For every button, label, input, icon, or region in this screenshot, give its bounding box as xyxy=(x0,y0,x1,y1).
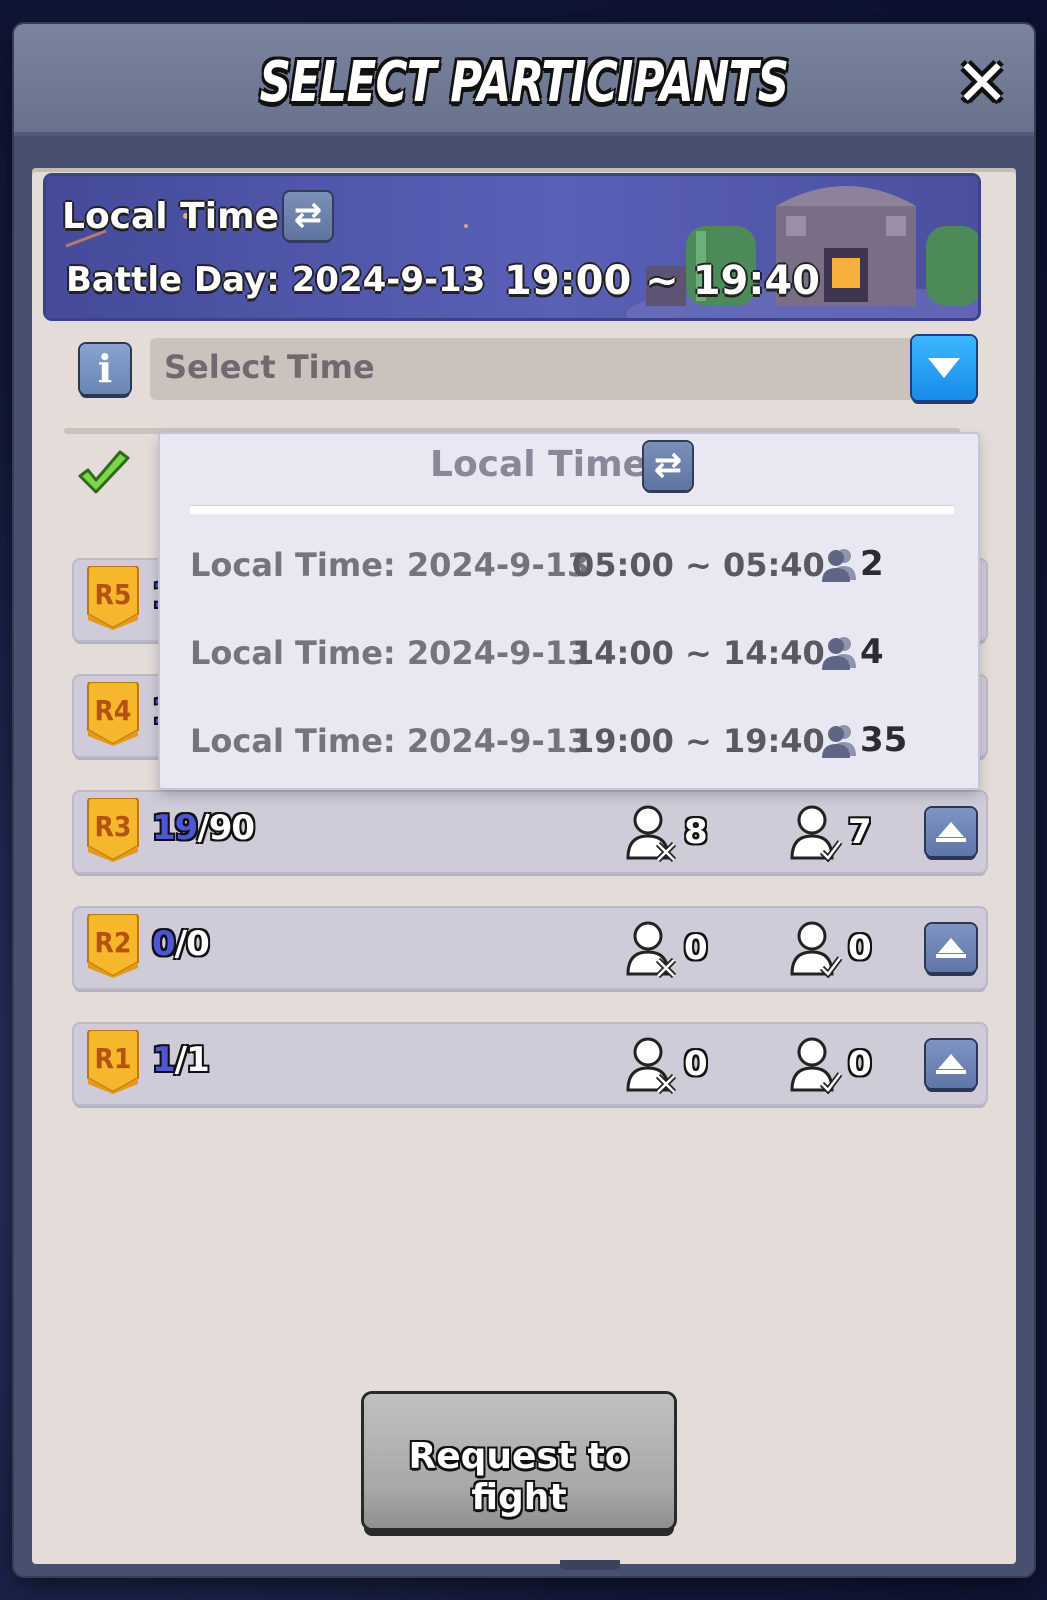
time-option[interactable]: Local Time: 2024-9-13 19:00 ~ 19:40 35 xyxy=(190,714,950,764)
member-joined-icon xyxy=(790,805,843,862)
chevron-down-icon[interactable] xyxy=(912,336,976,400)
popup-title: Local Time xyxy=(430,444,648,485)
time-option[interactable]: Local Time: 2024-9-13 14:00 ~ 14:40 4 xyxy=(190,626,950,676)
rank-count: 19/90 xyxy=(152,808,255,848)
option-time-range: 19:00 ~ 19:40 xyxy=(572,722,825,760)
info-icon[interactable]: i xyxy=(80,344,130,394)
rank-row-r3[interactable]: R3 19/90 8 7 xyxy=(74,792,986,872)
swap-icon[interactable]: ⇄ xyxy=(284,192,332,240)
member-absent-icon xyxy=(626,1037,677,1094)
select-time-dropdown[interactable]: Select Time xyxy=(150,336,976,400)
rank-badge-label: R1 xyxy=(94,1042,132,1075)
rank-badge-label: R5 xyxy=(94,578,132,611)
rank-row-r2[interactable]: R2 0/0 0 0 xyxy=(74,908,986,988)
rank-selected-count: 0 xyxy=(152,924,176,964)
close-icon[interactable]: ✕ xyxy=(952,52,1012,116)
people-icon xyxy=(822,637,856,670)
request-to-fight-button[interactable]: Request to fight xyxy=(364,1394,674,1528)
option-participant-count: 35 xyxy=(860,720,908,760)
joined-count: 7 xyxy=(848,812,872,852)
rank-total-count: /0 xyxy=(174,924,210,964)
time-option[interactable]: Local Time: 2024-9-13 05:00 ~ 05:40 2 xyxy=(190,538,950,588)
absent-count: 8 xyxy=(684,812,708,852)
dialog-title: SELECT PARTICIPANTS xyxy=(259,50,789,115)
banner-local-time-label: Local Time xyxy=(62,196,280,237)
rank-row-r1[interactable]: R1 1/1 0 0 xyxy=(74,1024,986,1104)
battle-day-text: Battle Day: 2024-9-13 xyxy=(66,260,486,300)
checkmark-icon[interactable] xyxy=(76,450,132,498)
rank-selected-count: 19 xyxy=(152,808,198,848)
member-joined-icon xyxy=(790,1037,843,1094)
dialog-body: Local Time ⇄ Battle Day: 2024-9-13 19:00… xyxy=(32,168,1016,1564)
swap-icon[interactable]: ⇄ xyxy=(644,442,692,490)
battle-banner: Local Time ⇄ Battle Day: 2024-9-13 19:00… xyxy=(46,176,978,318)
collapse-icon[interactable] xyxy=(926,1040,976,1088)
option-time-range: 05:00 ~ 05:40 xyxy=(572,546,825,584)
dialog-header: SELECT PARTICIPANTS ✕ xyxy=(14,24,1034,136)
member-absent-icon xyxy=(626,805,677,862)
rank-badge-label: R4 xyxy=(94,694,132,727)
option-time-range: 14:00 ~ 14:40 xyxy=(572,634,825,672)
absent-count: 0 xyxy=(684,1044,708,1084)
option-date: Local Time: 2024-9-13 xyxy=(190,546,590,584)
rank-count: 1/1 xyxy=(152,1040,210,1080)
option-date: Local Time: 2024-9-13 xyxy=(190,722,590,760)
battle-time-range: 19:00 ~ 19:40 xyxy=(504,258,821,304)
rank-badge-label: R2 xyxy=(94,926,132,959)
option-participant-count: 4 xyxy=(860,632,884,672)
select-time-placeholder: Select Time xyxy=(164,348,375,386)
bottom-handle xyxy=(560,1560,620,1570)
joined-count: 0 xyxy=(848,1044,872,1084)
select-participants-dialog: SELECT PARTICIPANTS ✕ Local Time ⇄ Battl… xyxy=(14,24,1034,1576)
collapse-icon[interactable] xyxy=(926,808,976,856)
member-joined-icon xyxy=(790,921,843,978)
rank-total-count: /1 xyxy=(174,1040,210,1080)
joined-count: 0 xyxy=(848,928,872,968)
collapse-icon[interactable] xyxy=(926,924,976,972)
popup-divider xyxy=(190,506,954,514)
people-icon xyxy=(822,725,856,758)
option-date: Local Time: 2024-9-13 xyxy=(190,634,590,672)
rank-count: 0/0 xyxy=(152,924,210,964)
absent-count: 0 xyxy=(684,928,708,968)
member-absent-icon xyxy=(626,921,677,978)
request-to-fight-label: Request to fight xyxy=(408,1436,630,1518)
rank-badge-label: R3 xyxy=(94,810,132,843)
rank-selected-count: 1 xyxy=(152,1040,176,1080)
time-options-popup: Local Time ⇄ Local Time: 2024-9-13 05:00… xyxy=(160,434,978,788)
rank-total-count: /90 xyxy=(197,808,255,848)
option-participant-count: 2 xyxy=(860,544,884,584)
people-icon xyxy=(822,549,856,582)
